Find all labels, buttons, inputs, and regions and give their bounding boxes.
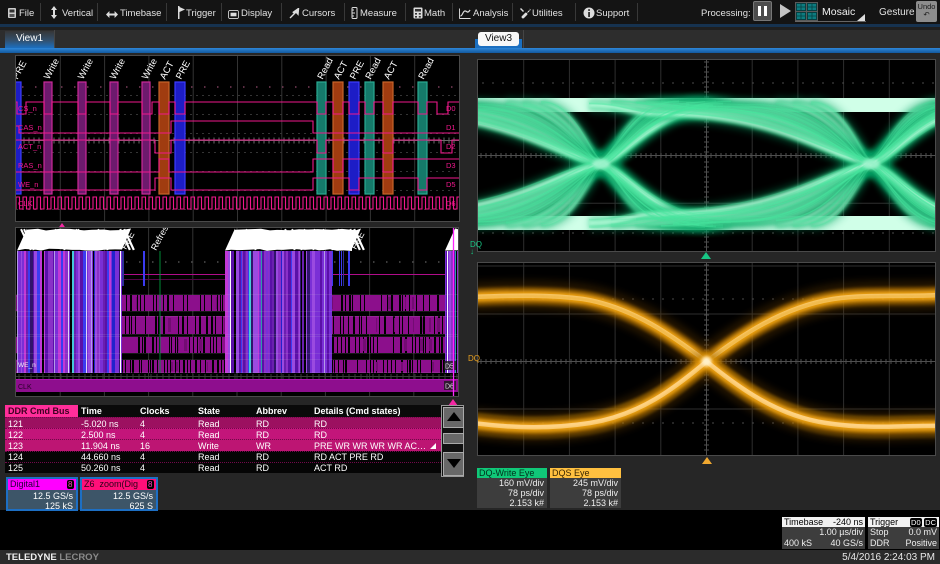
svg-text:Read: Read: [363, 56, 383, 81]
svg-text:D1: D1: [446, 123, 456, 132]
svg-text:WE_n: WE_n: [18, 180, 38, 189]
svg-text:D3: D3: [446, 161, 456, 170]
svg-text:D6: D6: [445, 384, 454, 391]
svg-text:Read: Read: [416, 56, 436, 81]
svg-text:D2: D2: [446, 142, 456, 151]
svg-text:Write: Write: [108, 57, 128, 82]
svg-text:Write: Write: [76, 57, 96, 82]
svg-text:RAS_n: RAS_n: [18, 161, 42, 170]
svg-text:D5: D5: [446, 180, 456, 189]
svg-text:ACT: ACT: [382, 59, 401, 81]
svg-text:CAS_n: CAS_n: [18, 123, 42, 132]
svg-text:ACT: ACT: [158, 59, 177, 81]
svg-text:Refresh: Refresh: [149, 228, 173, 252]
svg-text:PRE: PRE: [348, 59, 367, 81]
svg-text:PRE: PRE: [16, 59, 29, 81]
svg-text:PRE: PRE: [174, 59, 193, 81]
svg-text:CLK: CLK: [18, 384, 32, 391]
svg-text:Write: Write: [42, 57, 62, 82]
svg-text:D5: D5: [445, 364, 454, 371]
svg-text:D0: D0: [446, 104, 456, 113]
svg-text:ACT_n: ACT_n: [18, 142, 41, 151]
svg-text:D6: D6: [446, 199, 456, 208]
svg-text:CS_n: CS_n: [18, 104, 37, 113]
svg-text:WE_n: WE_n: [18, 362, 36, 369]
svg-text:Write: Write: [140, 57, 160, 82]
svg-text:CLK: CLK: [18, 199, 33, 208]
